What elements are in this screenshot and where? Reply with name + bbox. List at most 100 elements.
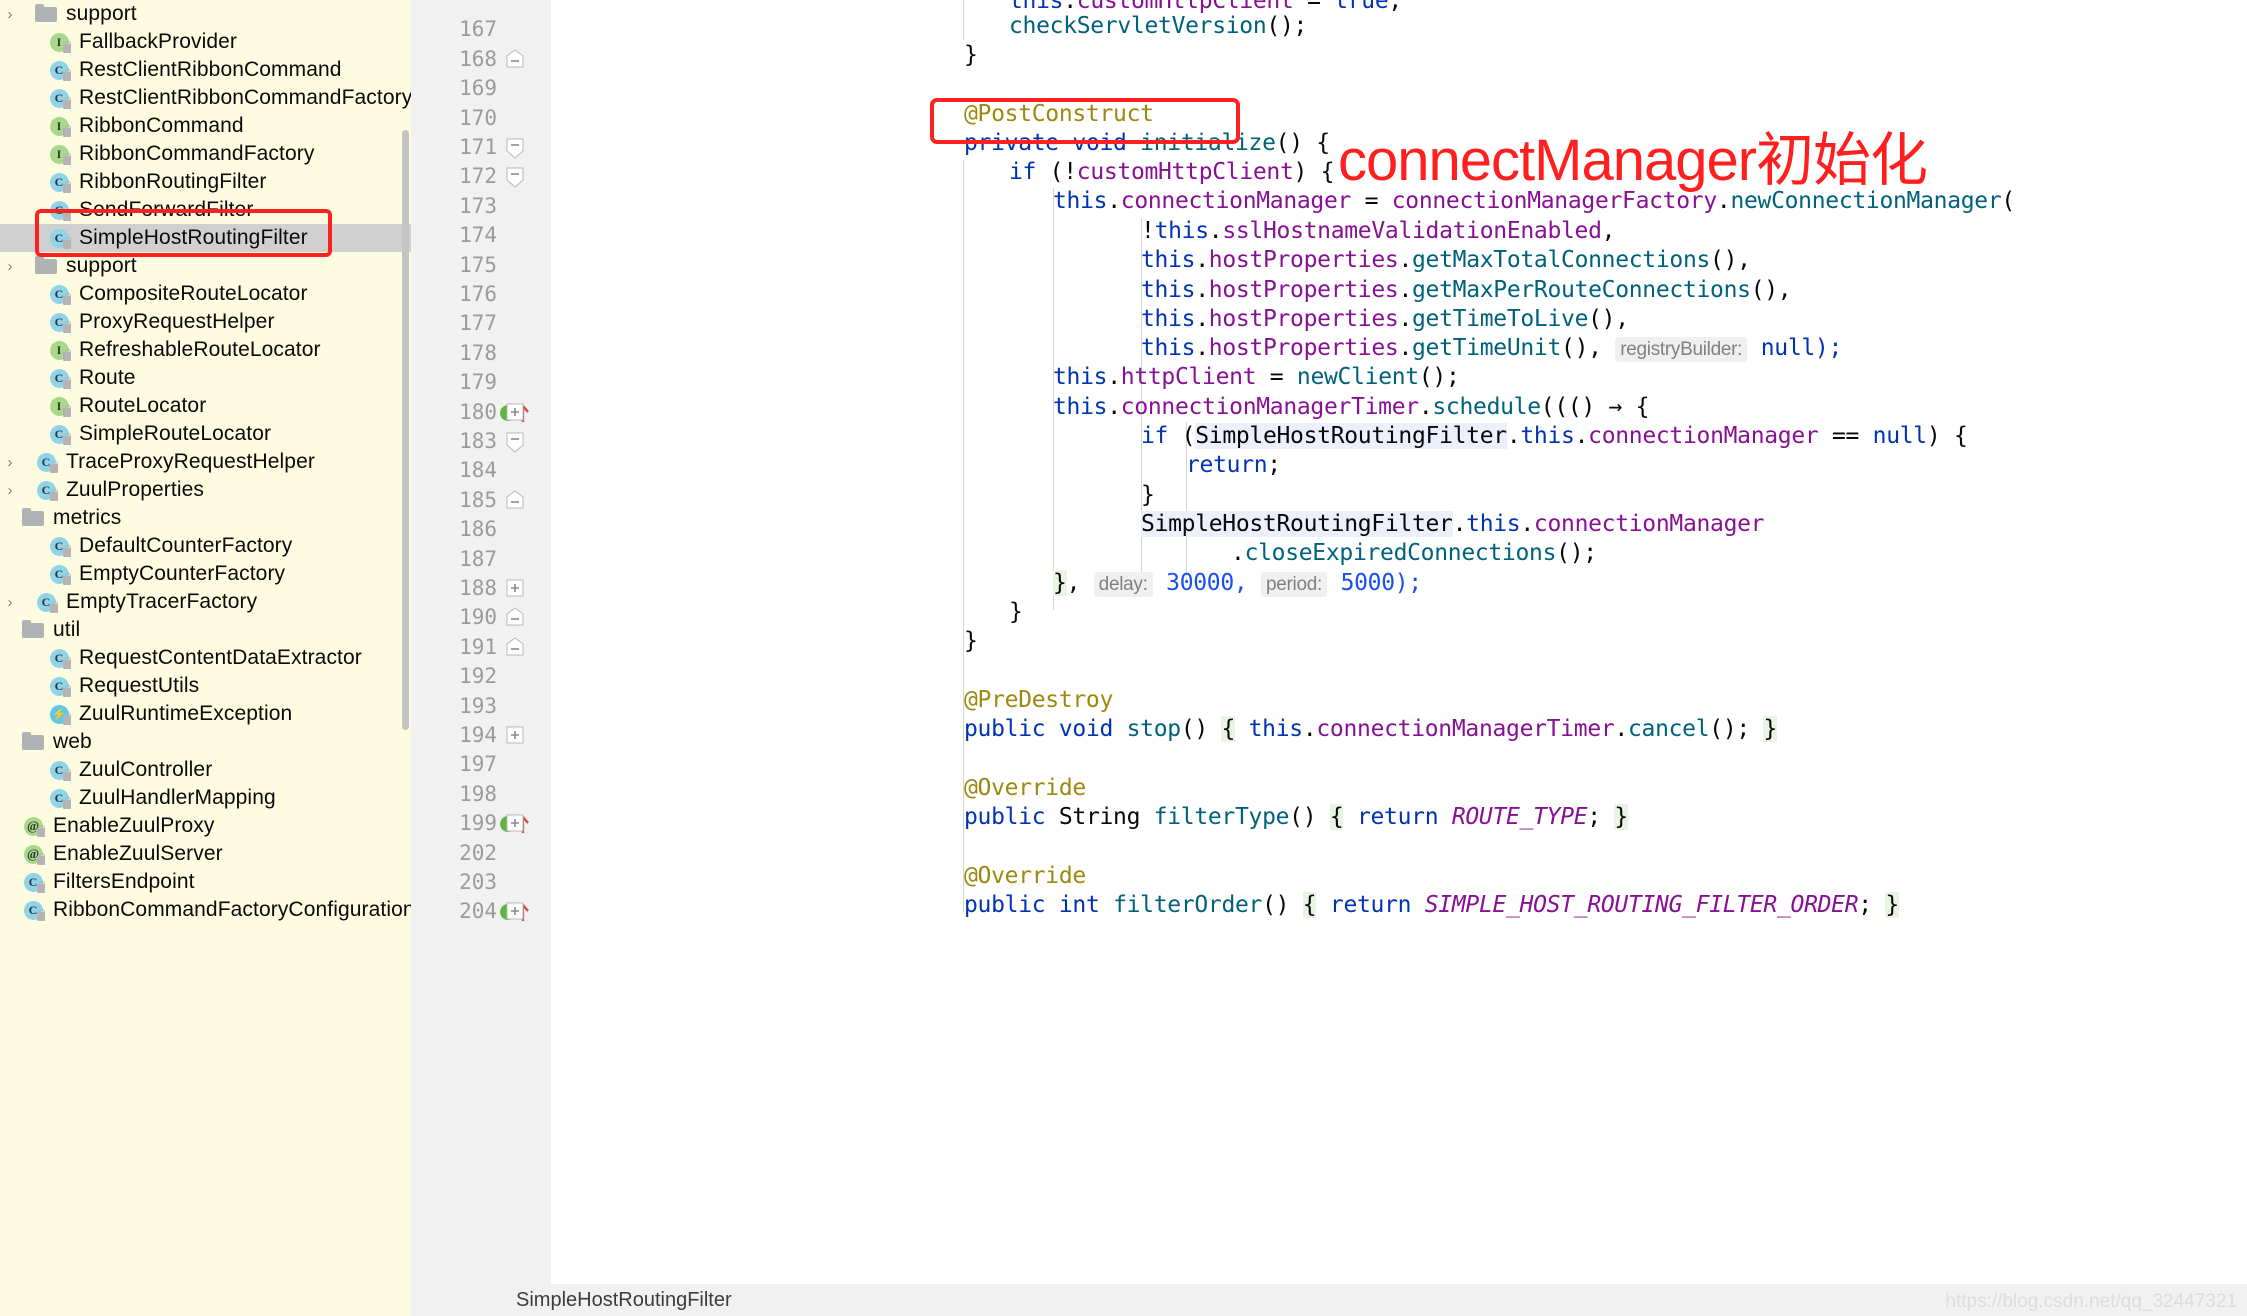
chevron-right-icon[interactable]: › [0, 0, 20, 28]
tree-item-web[interactable]: web [0, 728, 411, 756]
tree-item-enablezuulserver[interactable]: @ EnableZuulServer [0, 840, 411, 868]
chevron-right-icon [0, 56, 20, 84]
tree-item-label: DefaultCounterFactory [79, 534, 293, 557]
tree-item-label: RequestContentDataExtractor [79, 646, 362, 669]
line-number: 179 [459, 370, 497, 395]
tree-item-support[interactable]: › support [0, 0, 411, 28]
tree-item-route[interactable]: C Route [0, 364, 411, 392]
tree-item-util[interactable]: util [0, 616, 411, 644]
indent-guide [963, 160, 964, 640]
tree-item-zuulruntimeexception[interactable]: ⚡ ZuulRuntimeException [0, 700, 411, 728]
chevron-right-icon [0, 784, 20, 812]
breadcrumb[interactable]: SimpleHostRoutingFilter [411, 1289, 732, 1312]
fold-plus-icon[interactable] [505, 578, 525, 598]
annotation-icon: @ [20, 840, 46, 868]
indent-guide [963, 0, 964, 40]
fold-minus-round-icon[interactable] [505, 49, 525, 69]
fold-plus-icon[interactable] [505, 813, 525, 833]
line-number: 194 [459, 723, 497, 747]
fold-plus-icon[interactable] [505, 901, 525, 921]
fold-minus-flag-icon[interactable] [505, 431, 525, 453]
tree-item-ribbonroutingfilter[interactable]: C RibbonRoutingFilter [0, 168, 411, 196]
annotation-text: connectManager初始化 [1338, 128, 1928, 193]
tree-item-ribboncommandfactory[interactable]: I RibbonCommandFactory [0, 140, 411, 168]
tree-item-emptycounterfactory[interactable]: C EmptyCounterFactory [0, 560, 411, 588]
chevron-right-icon [0, 28, 20, 56]
tree-item-label: RibbonCommandFactoryConfiguration [53, 898, 411, 921]
line-number: 203 [459, 870, 497, 894]
tree-scrollbar[interactable] [402, 130, 409, 730]
code-editor[interactable]: 167 168 169 170 171 172 173 174 175 176 177 178 179 1… [411, 0, 2247, 1316]
chevron-right-icon[interactable]: › [0, 476, 20, 504]
chevron-right-icon [0, 840, 20, 868]
tree-item-routelocator[interactable]: I RouteLocator [0, 392, 411, 420]
code-line-191: } [964, 628, 978, 654]
tree-item-filtersendpoint[interactable]: C FiltersEndpoint [0, 868, 411, 896]
chevron-right-icon [0, 112, 20, 140]
fold-minus-round-icon[interactable] [505, 607, 525, 627]
code-line-194: public void stop() { this.connectionMana… [964, 716, 1778, 742]
tree-item-compositeroutelocator[interactable]: C CompositeRouteLocator [0, 280, 411, 308]
chevron-right-icon [0, 84, 20, 112]
folder-icon [20, 728, 46, 756]
chevron-right-icon [0, 560, 20, 588]
code-line-179: this.httpClient = newClient(); [1053, 364, 1460, 390]
tree-item-zuulhandlermapping[interactable]: C ZuulHandlerMapping [0, 784, 411, 812]
code-line-178: this.hostProperties.getTimeUnit(), regis… [1141, 335, 1843, 362]
tree-item-label: TraceProxyRequestHelper [66, 450, 315, 473]
fold-plus-icon[interactable] [505, 402, 525, 422]
tree-item-restclientribboncommandfactory[interactable]: C RestClientRibbonCommandFactory [0, 84, 411, 112]
chevron-right-icon [0, 420, 20, 448]
line-number: 198 [459, 781, 497, 806]
code-content[interactable]: 167 168 169 170 171 172 173 174 175 176 177 178 179 1… [411, 0, 2247, 1316]
tree-item-restclientribboncommand[interactable]: C RestClientRibbonCommand [0, 56, 411, 84]
fold-plus-icon[interactable] [505, 725, 525, 745]
tree-item-proxyrequesthelper[interactable]: C ProxyRequestHelper [0, 308, 411, 336]
project-tree-panel[interactable]: › support I FallbackProvider C RestClientRibb… [0, 0, 411, 1316]
tree-item-defaultcounterfactory[interactable]: C DefaultCounterFactory [0, 532, 411, 560]
tree-item-requestcontentdataextractor[interactable]: C RequestContentDataExtractor [0, 644, 411, 672]
line-number: 188 [459, 576, 497, 600]
tree-item-sendforwardfilter[interactable]: C SendForwardFilter [0, 196, 411, 224]
tree-item-enablezuulproxy[interactable]: @ EnableZuulProxy [0, 812, 411, 840]
tree-item-emptytracerfactory[interactable]: › C EmptyTracerFactory [0, 588, 411, 616]
tree-item-refreshableroutelocator[interactable]: I RefreshableRouteLocator [0, 336, 411, 364]
class-icon: C [20, 868, 46, 896]
class-icon: C [46, 84, 72, 112]
class-icon: C [46, 756, 72, 784]
chevron-right-icon[interactable]: › [0, 448, 20, 476]
tree-item-simpleroutelocator[interactable]: C SimpleRouteLocator [0, 420, 411, 448]
code-line-190: } [1009, 599, 1023, 625]
tree-item-zuulproperties[interactable]: › C ZuulProperties [0, 476, 411, 504]
fold-minus-flag-icon[interactable] [505, 166, 525, 189]
chevron-right-icon [0, 868, 20, 896]
tree-item-requestutils[interactable]: C RequestUtils [0, 672, 411, 700]
class-icon: C [46, 308, 72, 336]
fold-minus-round-icon[interactable] [505, 637, 525, 657]
line-number: 172 [459, 164, 497, 189]
code-line-176: this.hostProperties.getMaxPerRouteConnec… [1141, 277, 1792, 303]
fold-minus-round-icon[interactable] [505, 490, 525, 510]
tree-item-zuulcontroller[interactable]: C ZuulController [0, 756, 411, 784]
tree-item-simplehostroutingfilter[interactable]: C SimpleHostRoutingFilter [0, 224, 411, 252]
fold-minus-flag-icon[interactable] [505, 137, 525, 159]
tree-item-support[interactable]: › support [0, 252, 411, 280]
class-icon: C [33, 588, 59, 616]
chevron-right-icon[interactable]: › [0, 252, 20, 280]
tree-item-fallbackprovider[interactable]: I FallbackProvider [0, 28, 411, 56]
tree-item-traceproxyrequesthelper[interactable]: › C TraceProxyRequestHelper [0, 448, 411, 476]
tree-item-metrics[interactable]: metrics [0, 504, 411, 532]
chevron-right-icon [0, 756, 20, 784]
class-icon: C [20, 896, 46, 924]
tree-item-ribboncommand[interactable]: I RibbonCommand [0, 112, 411, 140]
tree-item-label: RouteLocator [79, 394, 207, 417]
tree-item-ribboncommandfactoryconfiguration[interactable]: C RibbonCommandFactoryConfiguration [0, 896, 411, 924]
line-number: 173 [459, 193, 497, 218]
tree-item-label: FiltersEndpoint [53, 870, 195, 893]
tree-item-label: EmptyCounterFactory [79, 562, 286, 585]
folder-icon [20, 616, 46, 644]
chevron-right-icon[interactable]: › [0, 588, 20, 616]
tree-item-label: EnableZuulProxy [53, 814, 215, 837]
line-number: 192 [459, 664, 497, 689]
chevron-right-icon [0, 336, 20, 364]
